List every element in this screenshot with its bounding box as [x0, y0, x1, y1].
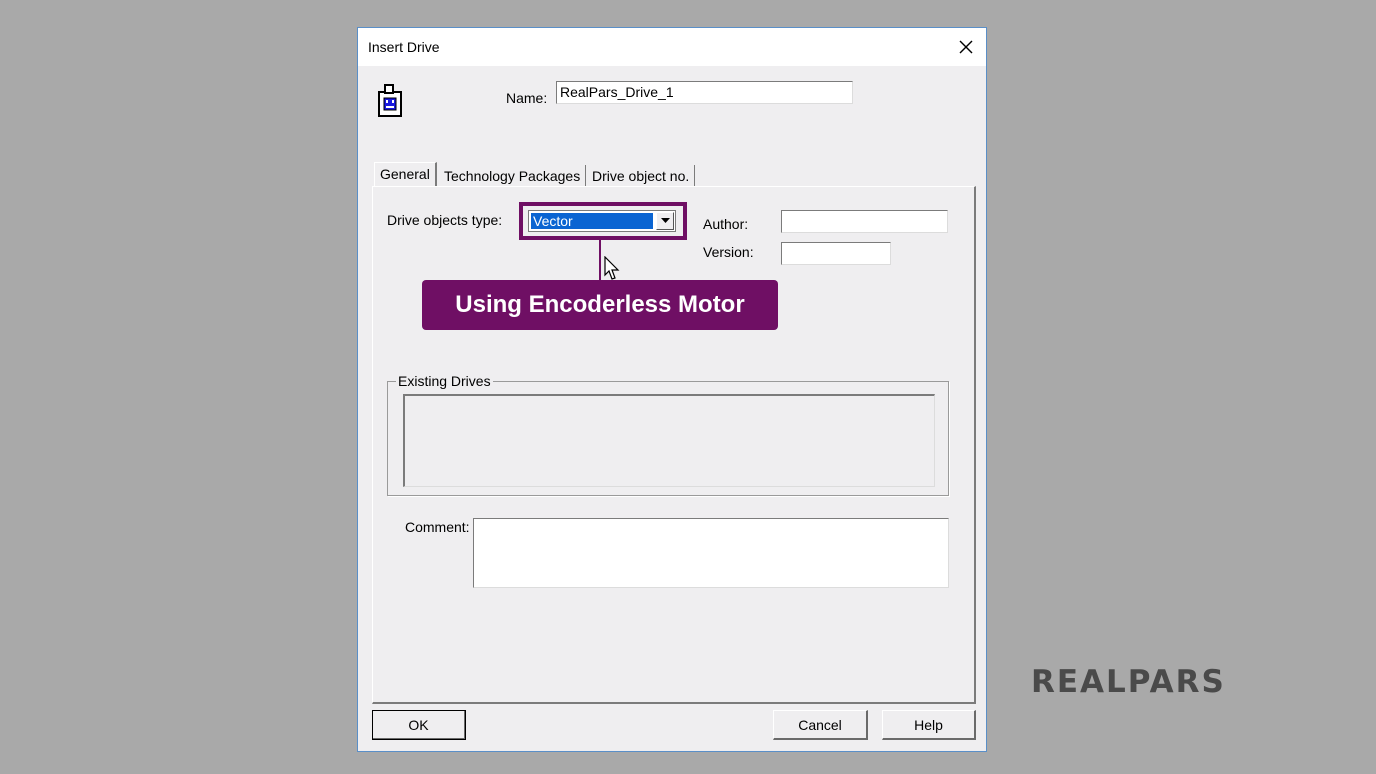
author-label: Author: [703, 216, 749, 232]
help-button[interactable]: Help [882, 710, 976, 740]
tab-technology-packages[interactable]: Technology Packages [439, 165, 587, 187]
drive-objects-type-value: Vector [530, 212, 654, 230]
comment-label: Comment: [405, 519, 470, 535]
realpars-logo: REALPARS [1031, 664, 1226, 700]
author-input[interactable] [781, 210, 948, 233]
annotation-callout: Using Encoderless Motor [422, 280, 778, 330]
comment-input[interactable] [473, 518, 949, 588]
cancel-button[interactable]: Cancel [773, 710, 868, 740]
tab-drive-object-no[interactable]: Drive object no. [587, 165, 696, 187]
ok-button[interactable]: OK [372, 710, 466, 740]
existing-drives-list[interactable] [403, 394, 935, 487]
version-input[interactable] [781, 242, 891, 265]
name-input[interactable]: RealPars_Drive_1 [556, 81, 853, 104]
drive-objects-type-label: Drive objects type: [387, 212, 503, 228]
drive-objects-type-select[interactable]: Vector [528, 210, 676, 232]
drive-icon [378, 84, 402, 117]
chevron-down-icon [660, 218, 670, 223]
tab-general[interactable]: General [374, 162, 437, 187]
title-bar: Insert Drive [358, 28, 986, 66]
insert-drive-dialog: Insert Drive Name: RealPars_Drive_1 Gene… [357, 27, 987, 752]
existing-drives-label: Existing Drives [396, 373, 493, 389]
name-label: Name: [506, 90, 548, 106]
close-button[interactable] [946, 28, 986, 66]
dialog-title: Insert Drive [368, 39, 440, 55]
callout-connector [599, 236, 601, 280]
close-icon [959, 40, 973, 54]
dropdown-button[interactable] [656, 212, 674, 230]
mouse-cursor-icon [604, 256, 620, 280]
version-label: Version: [703, 244, 754, 260]
